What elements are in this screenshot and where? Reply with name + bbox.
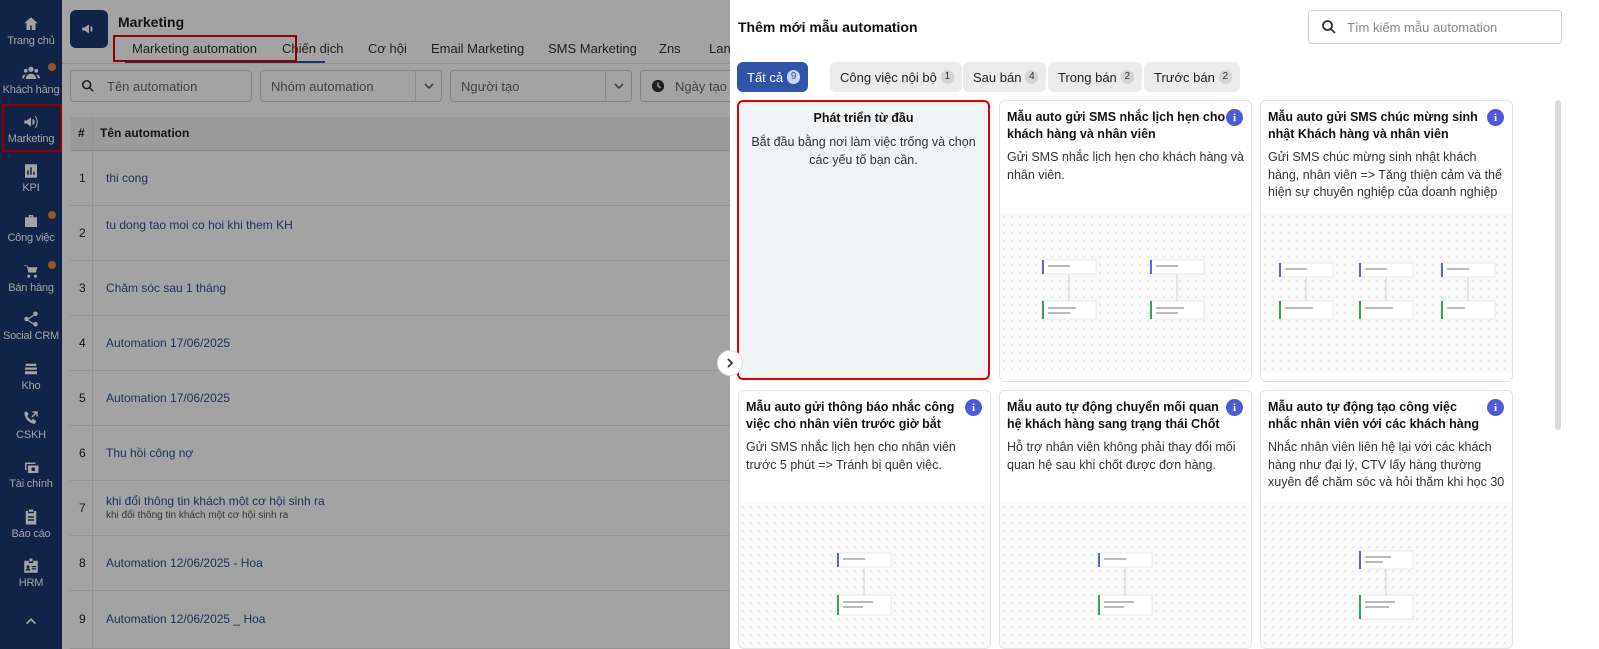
count-badge: 9 — [787, 70, 801, 84]
count-badge: 1 — [940, 70, 954, 84]
workflow-diagram — [1358, 550, 1414, 620]
template-card[interactable]: Mẫu auto tự động tạo công việc nhắc nhân… — [1260, 390, 1513, 649]
card-description: Bắt đầu bằng nơi làm việc trống và chọn … — [751, 135, 976, 167]
count-badge: 2 — [1218, 70, 1232, 84]
card-description: Gửi SMS chúc mừng sinh nhật khách hàng, … — [1268, 150, 1502, 199]
panel-title: Thêm mới mẫu automation — [738, 19, 918, 35]
workflow-preview — [1000, 213, 1251, 373]
card-description: Nhắc nhân viên liên hệ lại với các khách… — [1268, 440, 1505, 489]
add-template-panel: Thêm mới mẫu automation Tất cả 9 Công vi… — [730, 0, 1599, 649]
workflow-diagram — [1041, 259, 1205, 320]
workflow-preview — [1261, 213, 1512, 373]
filter-tab-internal-work[interactable]: Công việc nội bộ 1 — [830, 62, 962, 92]
template-card[interactable]: Mẫu auto gửi SMS nhắc lịch hẹn cho khách… — [999, 100, 1252, 382]
workflow-preview — [739, 503, 990, 648]
info-icon[interactable]: i — [1226, 109, 1243, 126]
template-card[interactable]: Mẫu auto gửi SMS chúc mừng sinh nhật Khá… — [1260, 100, 1513, 382]
search-icon — [1322, 20, 1336, 34]
card-title: Phát triển từ đầu — [813, 111, 914, 125]
count-badge: 2 — [1120, 70, 1134, 84]
info-icon[interactable]: i — [965, 399, 982, 416]
panel-collapse-button[interactable] — [717, 350, 743, 376]
filter-tab-label: Tất cả — [747, 69, 784, 85]
card-title: Mẫu auto tự động chuyển mối quan hệ khác… — [1007, 400, 1220, 431]
template-card[interactable]: Mẫu auto gửi thông báo nhắc công việc ch… — [738, 390, 991, 649]
card-title: Mẫu auto gửi SMS chúc mừng sinh nhật Khá… — [1268, 110, 1478, 141]
filter-tab-label: Trước bán — [1154, 69, 1215, 85]
template-card-blank[interactable]: Phát triển từ đầu Bắt đầu bằng nơi làm v… — [737, 100, 990, 380]
filter-tab-after-sale[interactable]: Sau bán 4 — [963, 62, 1047, 92]
count-badge: 4 — [1025, 70, 1039, 84]
template-card[interactable]: Mẫu auto tự động chuyển mối quan hệ khác… — [999, 390, 1252, 649]
workflow-diagram — [1097, 552, 1153, 616]
workflow-diagram — [1278, 262, 1496, 320]
panel-scrollbar[interactable] — [1555, 100, 1561, 430]
modal-backdrop[interactable] — [0, 0, 730, 649]
filter-tab-label: Sau bán — [973, 69, 1022, 85]
filter-tab-during-sale[interactable]: Trong bán 2 — [1048, 62, 1142, 92]
info-icon[interactable]: i — [1226, 399, 1243, 416]
info-icon[interactable]: i — [1487, 399, 1504, 416]
chevron-right-icon — [727, 358, 734, 368]
template-search-box[interactable] — [1308, 10, 1562, 44]
filter-tab-all[interactable]: Tất cả 9 — [737, 62, 809, 92]
card-description: Gửi SMS nhắc lịch hẹn cho nhân viên trướ… — [746, 440, 956, 472]
filter-tab-label: Trong bán — [1058, 69, 1117, 85]
template-search-input[interactable] — [1347, 19, 1547, 35]
workflow-diagram — [836, 552, 892, 616]
info-icon[interactable]: i — [1487, 109, 1504, 126]
filter-tab-label: Công việc nội bộ — [840, 69, 937, 85]
card-title: Mẫu auto gửi thông báo nhắc công việc ch… — [746, 400, 955, 431]
card-description: Gửi SMS nhắc lịch hẹn cho khách hàng và … — [1007, 150, 1244, 182]
card-title: Mẫu auto gửi SMS nhắc lịch hẹn cho khách… — [1007, 110, 1226, 141]
workflow-preview — [1000, 503, 1251, 648]
card-description: Hỗ trợ nhân viên không phải thay đổi mối… — [1007, 440, 1236, 472]
filter-tab-before-sale[interactable]: Trước bán 2 — [1144, 62, 1240, 92]
workflow-preview — [1261, 503, 1512, 648]
card-title: Mẫu auto tự động tạo công việc nhắc nhân… — [1268, 400, 1480, 431]
